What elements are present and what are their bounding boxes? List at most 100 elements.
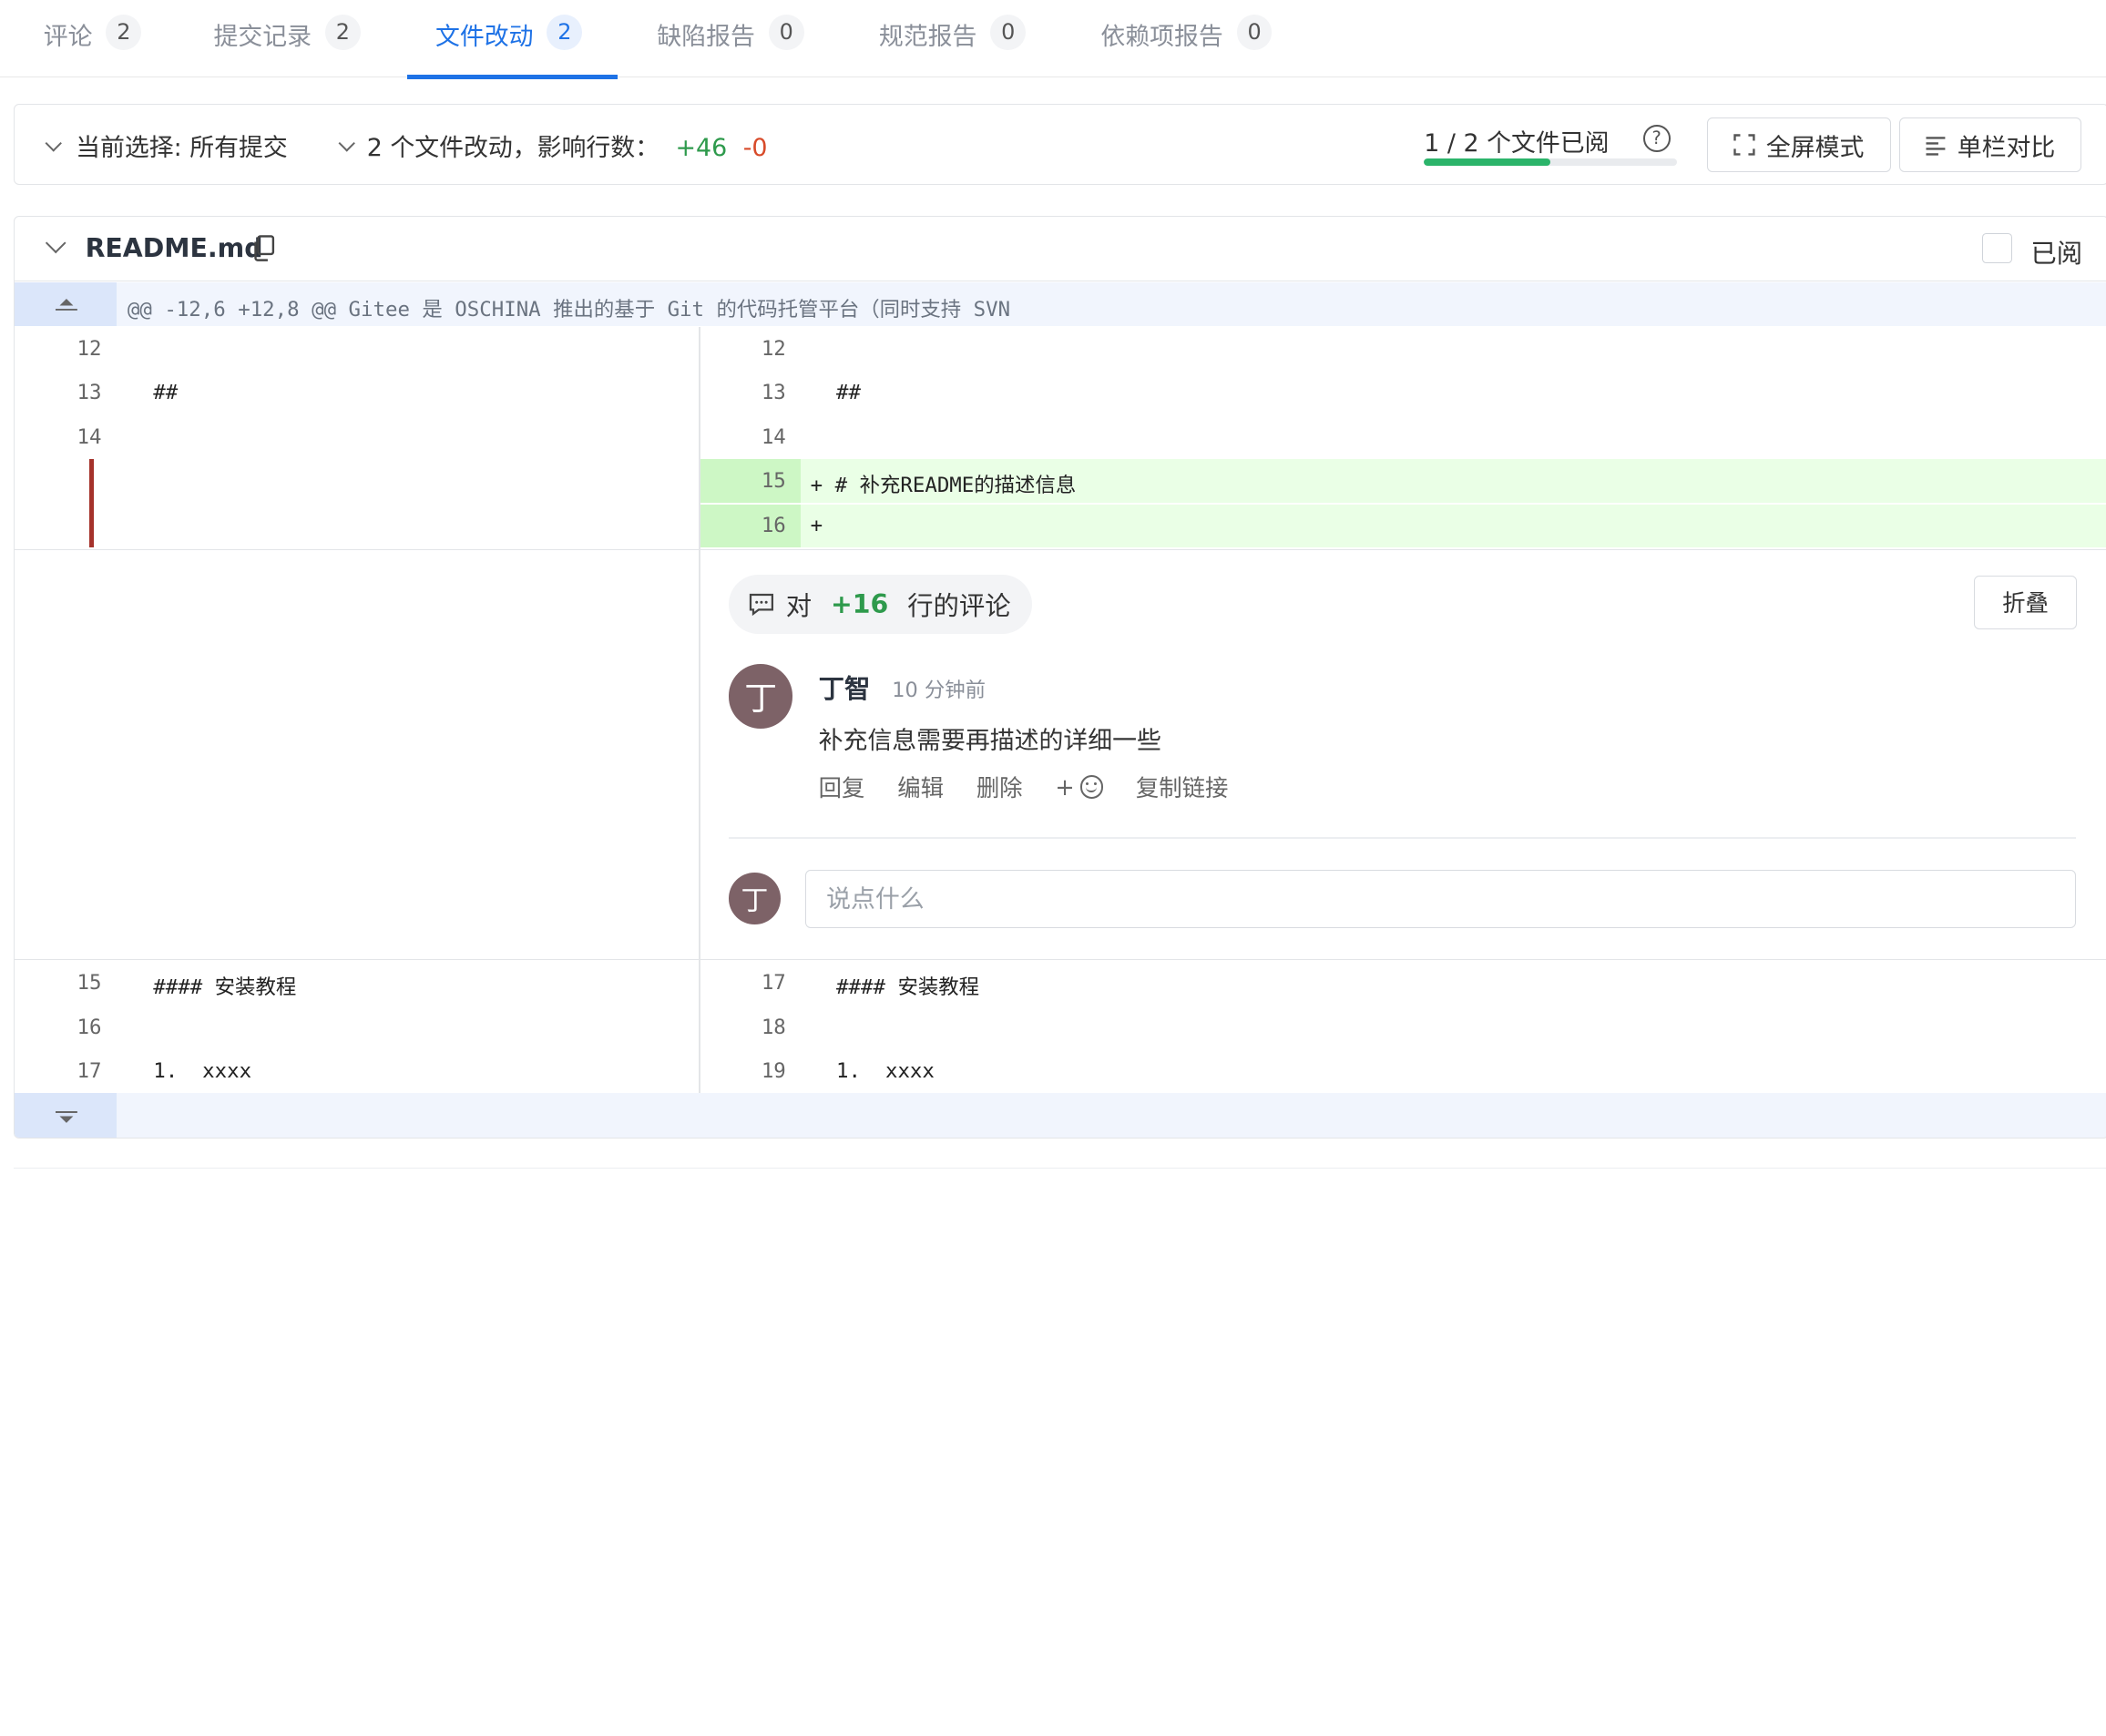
tab-label: 缺陷报告	[657, 22, 755, 51]
split-view-label: 单栏对比	[1957, 133, 2056, 162]
hunk-header: @@ -12,6 +12,8 @@ Gitee 是 OSCHINA 推出的基于 …	[14, 282, 2106, 326]
new-line-number: 17	[761, 970, 786, 995]
diff-row: 12 12	[15, 327, 2106, 371]
additions-count: +46	[675, 133, 728, 162]
commit-selector-label: 当前选择: 所有提交	[76, 133, 288, 162]
expand-up-gutter[interactable]	[14, 282, 117, 326]
comment-actions: 回复 编辑 删除 + 复制链接	[819, 771, 1229, 803]
expand-down-row	[14, 1093, 2106, 1139]
comment-tag-prefix: 对	[785, 591, 813, 622]
new-code: 1. xxxx	[836, 1059, 935, 1083]
file-name[interactable]: README.md	[86, 233, 263, 263]
new-line-number: 12	[761, 336, 786, 361]
tab-count: 0	[768, 15, 804, 51]
chevron-down-icon	[338, 135, 356, 153]
fullscreen-label: 全屏模式	[1765, 133, 1865, 162]
new-line-number: 14	[761, 424, 786, 449]
viewed-label: 已阅	[2030, 239, 2083, 270]
change-summary-label: 2 个文件改动，影响行数：	[366, 133, 660, 162]
diff-row-added: 15 + # 补充README的描述信息	[15, 459, 2106, 504]
tab-file-changes[interactable]: 文件改动 2	[406, 0, 618, 79]
column-divider	[699, 549, 700, 961]
current-user-avatar: 丁	[729, 872, 781, 924]
tab-count: 2	[324, 15, 361, 51]
new-code: +	[810, 514, 823, 538]
copy-link[interactable]: 复制链接	[1136, 771, 1229, 803]
old-code: ##	[153, 380, 179, 404]
comment-icon	[749, 594, 773, 617]
progress-fill	[1424, 158, 1551, 166]
comment-body: 补充信息需要再描述的详细一些	[818, 726, 1161, 755]
old-line-number: 15	[77, 970, 102, 995]
comment-separator	[729, 837, 2076, 839]
new-code: #### 安装教程	[836, 975, 980, 999]
diff-row: 14 14	[15, 416, 2106, 460]
diff-row: 15 #### 安装教程 17 #### 安装教程	[15, 961, 2106, 1005]
old-line-number: 12	[77, 336, 102, 361]
tab-dependency-report[interactable]: 依赖项报告 0	[1100, 0, 1273, 77]
viewed-checkbox[interactable]	[1981, 233, 2012, 264]
commit-selector[interactable]: 当前选择: 所有提交	[44, 128, 288, 163]
old-line-number: 16	[77, 1016, 102, 1040]
tab-commits[interactable]: 提交记录 2	[213, 0, 361, 77]
diff-row: 16 18	[15, 1006, 2106, 1050]
added-line-background	[699, 504, 2106, 548]
files-viewed-label: 1 / 2 个文件已阅	[1424, 129, 1610, 158]
comment-line-tag: 对 +16 行的评论	[729, 574, 1033, 635]
tab-comments[interactable]: 评论 2	[44, 0, 142, 77]
new-line-number: 16	[761, 514, 786, 538]
new-line-number: 15	[761, 468, 786, 493]
tab-label: 文件改动	[434, 22, 534, 51]
comment-time: 10 分钟前	[892, 678, 987, 702]
avatar[interactable]: 丁	[729, 664, 793, 729]
tab-standards-report[interactable]: 规范报告 0	[878, 0, 1027, 77]
tab-count: 0	[1236, 15, 1273, 51]
deletions-count: -0	[742, 133, 768, 162]
diff-row-added: 16 +	[15, 504, 2106, 548]
help-icon[interactable]: ?	[1642, 124, 1671, 152]
reply-link[interactable]: 回复	[819, 771, 865, 803]
new-line-number: 13	[761, 380, 786, 404]
old-code: #### 安装教程	[153, 975, 297, 999]
new-code: + # 补充README的描述信息	[810, 473, 1077, 497]
fullscreen-button[interactable]: 全屏模式	[1706, 117, 1891, 173]
tab-defect-report[interactable]: 缺陷报告 0	[657, 0, 804, 77]
tab-label: 提交记录	[213, 22, 312, 51]
chevron-down-icon	[44, 135, 62, 153]
fold-button[interactable]: 折叠	[1973, 576, 2078, 629]
new-line-number: 19	[761, 1059, 786, 1083]
comment-author[interactable]: 丁智	[819, 669, 871, 706]
inline-comment-thread: 对 +16 行的评论 折叠 丁 丁智 10 分钟前 补充信息需要再描述的详细一些…	[14, 548, 2106, 961]
files-viewed-progress	[1424, 158, 1678, 166]
comment-tag-suffix: 行的评论	[907, 591, 1011, 622]
smile-icon	[1079, 775, 1104, 799]
tab-label: 规范报告	[878, 22, 977, 51]
old-line-number: 14	[77, 424, 102, 449]
tab-label: 依赖项报告	[1100, 22, 1223, 51]
expand-down-gutter[interactable]	[14, 1093, 117, 1139]
file-header: README.md 已阅	[14, 217, 2106, 281]
fullscreen-icon	[1733, 134, 1755, 156]
delete-link[interactable]: 删除	[976, 771, 1023, 803]
tab-count: 2	[106, 15, 142, 51]
diff-toolbar: 当前选择: 所有提交 2 个文件改动，影响行数： +46 -0 1 / 2 个文…	[13, 103, 2106, 186]
tab-count: 0	[990, 15, 1027, 51]
edit-link[interactable]: 编辑	[897, 771, 944, 803]
copy-icon[interactable]	[251, 235, 276, 262]
collapse-chevron-icon[interactable]	[45, 232, 67, 255]
new-line-number: 18	[761, 1016, 786, 1040]
expand-down-icon	[55, 1111, 77, 1124]
tab-label: 评论	[43, 22, 93, 51]
diff-row: 13 ## 13 ##	[15, 371, 2106, 414]
tab-count: 2	[547, 15, 583, 51]
expand-up-icon	[55, 299, 77, 311]
change-summary[interactable]: 2 个文件改动，影响行数： +46 -0	[338, 128, 768, 163]
file-diff-panel: README.md 已阅 @@ -12,6 +12,8 @@ Gitee 是 O…	[13, 216, 2106, 1139]
reply-input[interactable]	[804, 869, 2076, 929]
next-section-border	[13, 1167, 2106, 1169]
split-view-button[interactable]: 单栏对比	[1898, 117, 2081, 173]
old-line-number: 13	[77, 380, 102, 404]
tab-bar: 评论 2 提交记录 2 文件改动 2 缺陷报告 0 规范报告 0 依赖项报告 0	[0, 0, 2106, 79]
add-reaction-button[interactable]: +	[1055, 773, 1104, 801]
comment-tag-line: +16	[831, 589, 889, 620]
